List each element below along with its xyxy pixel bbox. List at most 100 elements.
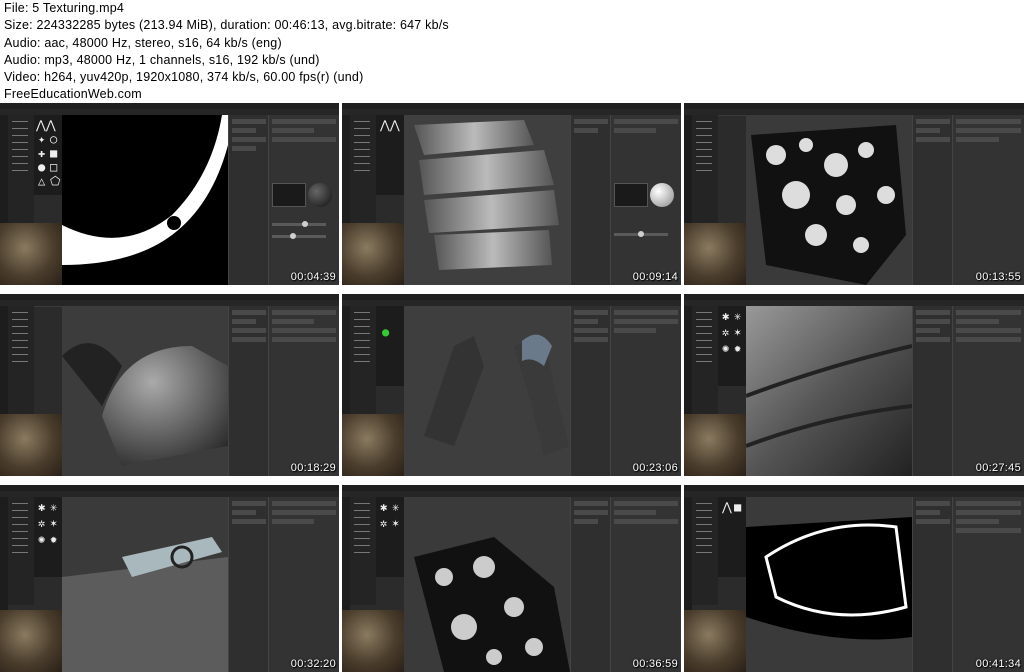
viewport[interactable] xyxy=(745,306,913,476)
layer-panel xyxy=(228,306,269,476)
viewport[interactable] xyxy=(404,497,570,672)
reference-image xyxy=(342,610,404,672)
curve-preview xyxy=(614,183,648,207)
viewport[interactable] xyxy=(62,306,228,476)
pattern-icon: ✹ xyxy=(734,341,742,355)
shelf-panel xyxy=(692,115,718,223)
reference-image xyxy=(684,414,746,476)
pattern-icon: ✱ xyxy=(722,309,730,323)
shelf-panel xyxy=(350,497,376,605)
brush-shapes: ⋀⋀ xyxy=(376,115,404,195)
properties-panel xyxy=(610,306,681,476)
pattern-icon: ✶ xyxy=(734,325,742,339)
layer-panel xyxy=(912,497,953,672)
brush-shapes: ⋀⋀ ✦ ○ ✚ ■ ● □ △ ⬠ xyxy=(34,115,62,195)
thumbnail-4[interactable]: 00:18:29 xyxy=(0,294,339,476)
slider[interactable] xyxy=(272,221,326,227)
grunge-render xyxy=(751,125,906,285)
timestamp: 00:36:59 xyxy=(632,658,678,670)
thumbnail-6[interactable]: ✱ ✳ ✲ ✶ ✺ ✹ 00:27:45 xyxy=(684,294,1024,476)
plus-icon: ✚ xyxy=(38,146,46,160)
site-watermark: FreeEducationWeb.com xyxy=(4,87,142,102)
file-size: Size: 224332285 bytes (213.94 MiB), dura… xyxy=(4,18,449,33)
pattern-icon: ✹ xyxy=(50,532,58,546)
timestamp: 00:09:14 xyxy=(632,271,678,283)
reference-image xyxy=(342,414,404,476)
thumbnail-grid: ⋀⋀ ✦ ○ ✚ ■ ● □ △ ⬠ 00:04:39 ⋀⋀ 00:09:14 … xyxy=(0,103,1024,672)
thumbnail-3[interactable]: 00:13:55 xyxy=(684,103,1024,285)
viewport[interactable] xyxy=(62,497,228,672)
layer-panel xyxy=(228,497,269,672)
material-sphere xyxy=(308,183,332,207)
brush-shapes: ✱ ✳ ✲ ✶ xyxy=(376,497,404,577)
square-icon: ■ xyxy=(50,146,58,160)
edge-mask-render xyxy=(746,517,912,640)
slider[interactable] xyxy=(272,233,326,239)
pauldron-render xyxy=(62,343,228,466)
reference-image xyxy=(0,414,62,476)
shelf-panel xyxy=(692,306,718,414)
properties-panel xyxy=(952,497,1024,672)
timestamp: 00:27:45 xyxy=(975,462,1021,474)
shelf-panel xyxy=(8,497,34,605)
pattern-icon: ✲ xyxy=(38,516,46,530)
pattern-icon: ✳ xyxy=(392,500,400,514)
viewport[interactable] xyxy=(746,115,912,285)
viewport[interactable] xyxy=(404,306,570,476)
thumbnail-2[interactable]: ⋀⋀ 00:09:14 xyxy=(342,103,681,285)
pentagon-icon: ⬠ xyxy=(50,174,61,188)
layer-panel xyxy=(912,306,953,476)
file-name: File: 5 Texturing.mp4 xyxy=(4,1,124,15)
layer-panel xyxy=(570,115,611,285)
layer-panel xyxy=(570,306,611,476)
thumbnail-1[interactable]: ⋀⋀ ✦ ○ ✚ ■ ● □ △ ⬠ 00:04:39 xyxy=(0,103,339,285)
shelf-panel xyxy=(350,115,376,223)
arm-armor-render xyxy=(424,334,569,456)
properties-panel xyxy=(952,115,1024,285)
pattern-icon: ✳ xyxy=(734,309,742,323)
properties-panel xyxy=(952,306,1024,476)
shelf-panel xyxy=(8,306,34,414)
viewport[interactable] xyxy=(746,497,912,672)
audio-track-1: Audio: aac, 48000 Hz, stereo, s16, 64 kb… xyxy=(4,35,282,50)
square-icon: ■ xyxy=(734,500,742,514)
thumbnail-8[interactable]: ✱ ✳ ✲ ✶ 00:36:59 xyxy=(342,485,681,672)
brush-shapes: ✱ ✳ ✲ ✶ ✺ ✹ xyxy=(718,306,746,386)
pattern-icon: ✳ xyxy=(50,500,58,514)
viewport[interactable] xyxy=(404,115,570,285)
layer-panel xyxy=(912,115,953,285)
square-outline-icon: □ xyxy=(50,160,58,174)
shape-icon: ⋀ xyxy=(722,500,732,514)
shelf-panel xyxy=(692,497,718,605)
audio-track-2: Audio: mp3, 48000 Hz, 1 channels, s16, 1… xyxy=(4,52,320,67)
properties-panel xyxy=(268,497,339,672)
reference-image xyxy=(684,610,746,672)
timestamp: 00:32:20 xyxy=(290,658,336,670)
mask-render xyxy=(62,115,228,265)
timestamp: 00:13:55 xyxy=(975,271,1021,283)
thumbnail-9[interactable]: ⋀ ■ 00:41:34 xyxy=(684,485,1024,672)
reference-image xyxy=(0,610,62,672)
brush-shapes: ● xyxy=(376,306,404,386)
timestamp: 00:23:06 xyxy=(632,462,678,474)
shape-icon: ⋀⋀ xyxy=(380,118,400,132)
video-track: Video: h264, yuv420p, 1920x1080, 374 kb/… xyxy=(4,70,364,85)
armor-render xyxy=(414,120,559,270)
pattern-icon: ✱ xyxy=(380,500,388,514)
thumbnail-5[interactable]: ● 00:23:06 xyxy=(342,294,681,476)
triangle-icon: △ xyxy=(38,174,46,188)
slider[interactable] xyxy=(614,231,668,237)
pattern-icon: ✶ xyxy=(50,516,58,530)
shelf-panel xyxy=(350,306,376,414)
curve-preview xyxy=(272,183,306,207)
viewport[interactable] xyxy=(62,115,228,285)
green-sphere-icon: ● xyxy=(382,325,390,339)
dot-icon: ● xyxy=(38,160,46,174)
metal-closeup-render xyxy=(745,306,913,476)
layer-panel xyxy=(228,115,269,285)
thumbnail-7[interactable]: ✱ ✳ ✲ ✶ ✺ ✹ 00:32:20 xyxy=(0,485,339,672)
brush-shapes: ⋀ ■ xyxy=(718,497,746,577)
material-sphere xyxy=(650,183,674,207)
reference-image xyxy=(342,223,404,285)
pattern-icon: ✱ xyxy=(38,500,46,514)
